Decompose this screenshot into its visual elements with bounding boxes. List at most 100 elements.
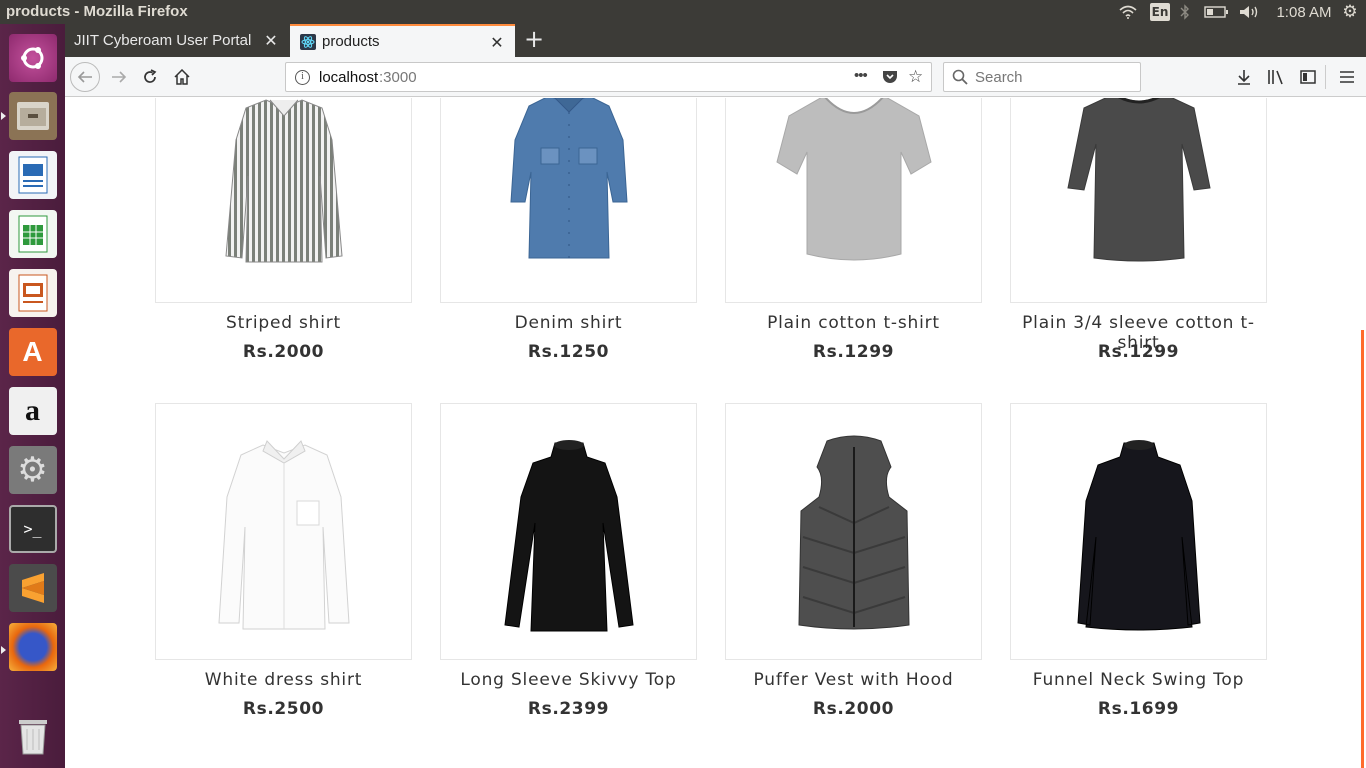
- product-card[interactable]: Long Sleeve Skivvy Top Rs.2399: [440, 403, 697, 719]
- launcher: A a ⚙ >_: [0, 24, 71, 768]
- launcher-software-center[interactable]: A: [7, 326, 58, 377]
- product-price: Rs.1250: [527, 342, 610, 362]
- downloads-button[interactable]: [1230, 63, 1258, 91]
- product-image[interactable]: [155, 403, 412, 660]
- bookmark-star-icon[interactable]: ☆: [908, 67, 923, 87]
- pocket-icon[interactable]: [882, 69, 898, 89]
- product-image[interactable]: [725, 403, 982, 660]
- product-card[interactable]: Puffer Vest with Hood Rs.2000: [725, 403, 982, 719]
- dark-tshirt-icon: [1066, 98, 1211, 261]
- product-name[interactable]: White dress shirt: [155, 670, 412, 694]
- product-price: Rs.1699: [1097, 699, 1180, 719]
- product-card[interactable]: Plain cotton t-shirt Rs.1299: [725, 98, 982, 362]
- files-icon: [8, 91, 57, 140]
- top-panel: products - Mozilla Firefox En 1:08 AM ⚙: [0, 0, 1366, 24]
- tab-products[interactable]: products ✕: [290, 24, 515, 57]
- launcher-writer[interactable]: [7, 149, 58, 200]
- product-image[interactable]: [1010, 403, 1267, 660]
- product-name[interactable]: Long Sleeve Skivvy Top: [440, 670, 697, 694]
- toolbar-separator: [1325, 65, 1326, 89]
- settings-gear-icon: ⚙: [8, 445, 57, 494]
- url-port: :3000: [379, 69, 417, 86]
- product-image[interactable]: [440, 403, 697, 660]
- launcher-calc[interactable]: [7, 208, 58, 259]
- sidebar-button[interactable]: [1294, 63, 1322, 91]
- page-content: Striped shirt Rs.2000 Denim shirt Rs.125…: [65, 98, 1353, 768]
- product-image[interactable]: [725, 98, 982, 303]
- system-gear-icon[interactable]: ⚙: [1340, 2, 1360, 22]
- tab-label: JIIT Cyberoam User Portal: [74, 32, 252, 49]
- product-price: Rs.1299: [812, 342, 895, 362]
- search-box[interactable]: Search: [943, 62, 1141, 92]
- info-icon[interactable]: i: [295, 70, 310, 85]
- page-actions-icon[interactable]: •••: [854, 67, 868, 84]
- volume-icon[interactable]: [1238, 3, 1262, 21]
- launcher-files[interactable]: [7, 90, 58, 141]
- product-card[interactable]: Denim shirt Rs.1250: [440, 98, 697, 362]
- striped-shirt-icon: [224, 98, 343, 262]
- ubuntu-dash-button[interactable]: [7, 32, 58, 83]
- new-tab-button[interactable]: +: [521, 27, 547, 53]
- home-button[interactable]: [168, 63, 196, 91]
- product-name[interactable]: Denim shirt: [440, 313, 697, 337]
- home-icon: [174, 69, 190, 85]
- scrollbar-thumb[interactable]: [1361, 330, 1364, 768]
- keyboard-layout-indicator[interactable]: En: [1150, 3, 1170, 21]
- launcher-terminal[interactable]: >_: [7, 503, 58, 554]
- product-name[interactable]: Plain 3/4 sleeve cotton t-shirt: [1010, 313, 1267, 353]
- window-title: products - Mozilla Firefox: [6, 3, 188, 20]
- launcher-firefox[interactable]: [7, 621, 58, 672]
- battery-icon[interactable]: [1202, 3, 1230, 21]
- url-bar[interactable]: i localhost :3000 ••• ☆: [285, 62, 932, 92]
- product-name[interactable]: Plain cotton t-shirt: [725, 313, 982, 337]
- clock[interactable]: 1:08 AM: [1274, 3, 1334, 21]
- launcher-sublime-text[interactable]: [7, 562, 58, 613]
- product-image[interactable]: [1010, 98, 1267, 303]
- writer-icon: [8, 150, 57, 199]
- firefox-icon: [8, 622, 57, 671]
- terminal-icon: >_: [8, 504, 57, 553]
- product-name[interactable]: Striped shirt: [155, 313, 412, 337]
- product-price: Rs.2000: [242, 342, 325, 362]
- library-button[interactable]: [1262, 63, 1290, 91]
- search-icon: [952, 69, 968, 89]
- search-placeholder: Search: [975, 69, 1023, 86]
- reload-button[interactable]: [136, 63, 164, 91]
- product-card[interactable]: Striped shirt Rs.2000: [155, 98, 412, 362]
- tab-label: products: [322, 33, 380, 50]
- hamburger-menu-icon: [1340, 71, 1354, 83]
- reload-icon: [144, 69, 157, 83]
- swing-top-icon: [1076, 439, 1201, 630]
- launcher-amazon[interactable]: a: [7, 385, 58, 436]
- impress-icon: [8, 268, 57, 317]
- puffer-vest-icon: [797, 435, 910, 629]
- product-card[interactable]: Funnel Neck Swing Top Rs.1699: [1010, 403, 1267, 719]
- page-scrollbar[interactable]: [1353, 98, 1366, 768]
- download-icon: [1238, 70, 1250, 85]
- product-image[interactable]: [155, 98, 412, 303]
- launcher-system-settings[interactable]: ⚙: [7, 444, 58, 495]
- product-card[interactable]: Plain 3/4 sleeve cotton t-shirt Rs.1299: [1010, 98, 1267, 362]
- tab-close-icon[interactable]: ✕: [489, 33, 505, 53]
- back-arrow-icon: [77, 71, 92, 83]
- bluetooth-icon[interactable]: [1178, 3, 1192, 21]
- product-card[interactable]: White dress shirt Rs.2500: [155, 403, 412, 719]
- product-price: Rs.2500: [242, 699, 325, 719]
- running-indicator: [1, 112, 6, 120]
- tab-cyberoam-portal[interactable]: JIIT Cyberoam User Portal ✕: [65, 24, 289, 57]
- library-icon: [1268, 70, 1283, 85]
- product-price: Rs.2000: [812, 699, 895, 719]
- product-image[interactable]: [440, 98, 697, 303]
- forward-button[interactable]: [105, 63, 133, 91]
- product-name[interactable]: Funnel Neck Swing Top: [1010, 670, 1267, 694]
- product-price: Rs.1299: [1097, 342, 1180, 362]
- url-host: localhost: [319, 69, 379, 86]
- launcher-impress[interactable]: [7, 267, 58, 318]
- product-name[interactable]: Puffer Vest with Hood: [725, 670, 982, 694]
- menu-button[interactable]: [1333, 63, 1361, 91]
- navigation-toolbar: i localhost :3000 ••• ☆ Search: [65, 57, 1366, 97]
- back-button[interactable]: [70, 62, 100, 92]
- wifi-icon[interactable]: [1117, 3, 1139, 21]
- tab-close-icon[interactable]: ✕: [263, 31, 279, 51]
- launcher-trash[interactable]: [7, 710, 58, 761]
